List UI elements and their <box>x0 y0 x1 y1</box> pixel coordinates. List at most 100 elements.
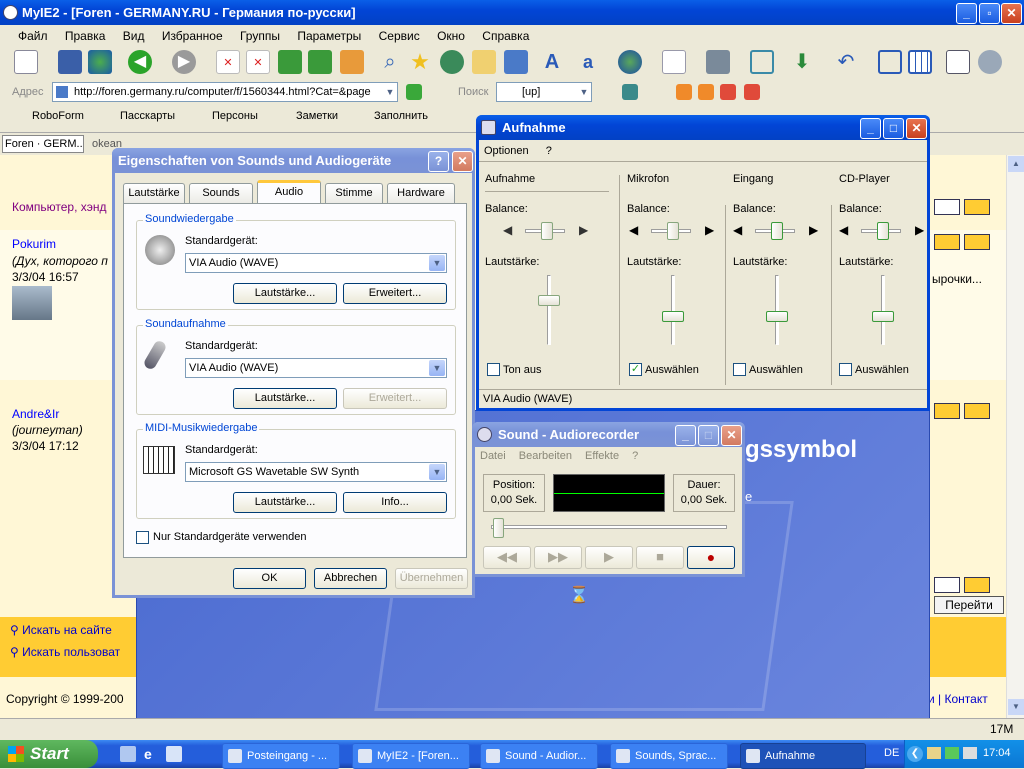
menu-edit[interactable]: Правка <box>65 29 106 43</box>
close-search-icon[interactable] <box>744 84 760 100</box>
menu-options[interactable]: Optionen <box>484 145 529 157</box>
menu-effects[interactable]: Effekte <box>585 450 619 462</box>
menu-file[interactable]: Файл <box>18 29 48 43</box>
seek-slider[interactable] <box>493 518 504 538</box>
recorder-close-button[interactable]: ✕ <box>721 425 742 446</box>
options-icon[interactable] <box>978 50 1002 74</box>
post-action-icon[interactable] <box>964 234 990 250</box>
menu-tools[interactable]: Сервис <box>379 29 420 43</box>
post-action-icon[interactable] <box>964 577 990 593</box>
history-icon[interactable] <box>440 50 464 74</box>
tab-voice[interactable]: Stimme <box>325 183 383 203</box>
clear-icon[interactable] <box>720 84 736 100</box>
menu-favorites[interactable]: Избранное <box>162 29 223 43</box>
recorder-maximize-button[interactable]: □ <box>698 425 719 446</box>
cancel-button[interactable]: Abbrechen <box>314 568 387 589</box>
passcards-link[interactable]: Пасскарты <box>120 110 175 122</box>
menu-view[interactable]: Вид <box>123 29 145 43</box>
play-button[interactable]: ▶ <box>585 546 633 569</box>
browser-close-button[interactable]: ✕ <box>1001 3 1022 24</box>
mixer-maximize-button[interactable]: □ <box>883 118 904 139</box>
notes-link[interactable]: Заметки <box>296 110 338 122</box>
mixer-close-button[interactable]: ✕ <box>906 118 927 139</box>
record-volume-button[interactable]: Lautstärke... <box>233 388 337 409</box>
stop-all-icon[interactable]: ✕ <box>246 50 270 74</box>
home-icon[interactable] <box>340 50 364 74</box>
menu-edit[interactable]: Bearbeiten <box>519 450 572 462</box>
menu-help[interactable]: ? <box>632 450 638 462</box>
midi-volume-button[interactable]: Lautstärke... <box>233 492 337 513</box>
fullscreen-icon[interactable] <box>750 50 774 74</box>
balance-slider[interactable] <box>667 222 679 240</box>
web-icon[interactable] <box>618 50 642 74</box>
search-icon[interactable]: ⌕ <box>378 50 402 74</box>
network-icon[interactable] <box>706 50 730 74</box>
balance-slider[interactable] <box>541 222 553 240</box>
search-input[interactable]: [up] ▼ <box>496 82 592 102</box>
tray-messenger-icon[interactable] <box>945 747 959 759</box>
browser-tab[interactable]: Foren · GERM... <box>2 135 84 153</box>
midi-info-button[interactable]: Info... <box>343 492 447 513</box>
only-default-checkbox[interactable] <box>136 531 149 544</box>
save-icon[interactable] <box>58 50 82 74</box>
playback-volume-button[interactable]: Lautstärke... <box>233 283 337 304</box>
roboform-link[interactable]: RoboForm <box>32 110 84 122</box>
help-button[interactable]: ? <box>428 151 449 172</box>
taskbar-item-outlook[interactable]: Posteingang - ... <box>222 743 340 769</box>
playback-advanced-button[interactable]: Erweitert... <box>343 283 447 304</box>
download-icon[interactable]: ⬇ <box>790 50 814 74</box>
menu-file[interactable]: Datei <box>480 450 506 462</box>
post-action-icon[interactable] <box>964 199 990 215</box>
post-author[interactable]: Pokurim <box>12 237 56 251</box>
chevron-down-icon[interactable]: ▼ <box>578 84 590 100</box>
browser-restore-button[interactable]: ▫ <box>979 3 1000 24</box>
recorder-minimize-button[interactable]: _ <box>675 425 696 446</box>
record-button[interactable]: ● <box>687 546 735 569</box>
fill-link[interactable]: Заполнить <box>374 110 428 122</box>
translate-icon[interactable]: a <box>576 50 600 74</box>
scroll-down-icon[interactable]: ▼ <box>1008 699 1024 715</box>
scroll-up-icon[interactable]: ▲ <box>1008 156 1024 172</box>
forward-icon[interactable]: ▶ <box>172 50 196 74</box>
start-button[interactable]: Start <box>0 740 98 768</box>
prev-icon[interactable] <box>676 84 692 100</box>
quicklaunch-icon[interactable] <box>120 746 136 762</box>
edit-icon[interactable] <box>946 50 970 74</box>
refresh-all-icon[interactable] <box>308 50 332 74</box>
font-icon[interactable]: A <box>540 50 564 74</box>
playback-device-select[interactable]: VIA Audio (WAVE) ▼ <box>185 253 447 273</box>
undo-icon[interactable]: ↶ <box>834 50 858 74</box>
menu-help[interactable]: Справка <box>482 29 529 43</box>
next-icon[interactable] <box>698 84 714 100</box>
ok-button[interactable]: OK <box>233 568 306 589</box>
taskbar-item-sound-recorder[interactable]: Sound - Audior... <box>480 743 598 769</box>
contact-link[interactable]: Контакт <box>945 692 988 706</box>
search-user-link[interactable]: ⚲ Искать пользоват <box>10 645 120 659</box>
post-author[interactable]: Andre&Ir <box>12 407 59 421</box>
volume-slider[interactable] <box>872 311 894 322</box>
tray-expand-icon[interactable]: ❮ <box>907 746 923 762</box>
tray-volume-icon[interactable] <box>963 747 977 759</box>
menu-window[interactable]: Окно <box>437 29 465 43</box>
taskbar-item-myie2[interactable]: MyIE2 - [Foren... <box>352 743 470 769</box>
refresh-icon[interactable] <box>278 50 302 74</box>
new-page-icon[interactable] <box>14 50 38 74</box>
mail-icon[interactable] <box>662 50 686 74</box>
tray-network-icon[interactable] <box>927 747 941 759</box>
stop-icon[interactable]: ✕ <box>216 50 240 74</box>
post-action-icon[interactable] <box>934 199 960 215</box>
layout-icon[interactable] <box>878 50 902 74</box>
tab-sounds[interactable]: Sounds <box>189 183 253 203</box>
stop-button[interactable]: ■ <box>636 546 684 569</box>
address-input[interactable]: http://foren.germany.ru/computer/f/15603… <box>52 82 398 102</box>
post-action-icon[interactable] <box>964 403 990 419</box>
search-engine-icon[interactable] <box>622 84 638 100</box>
browser-minimize-button[interactable]: _ <box>956 3 977 24</box>
fast-forward-button[interactable]: ▶▶ <box>534 546 582 569</box>
tab-hardware[interactable]: Hardware <box>387 183 455 203</box>
grid-icon[interactable] <box>908 50 932 74</box>
record-device-select[interactable]: VIA Audio (WAVE) ▼ <box>185 358 447 378</box>
select-checkbox[interactable]: ✓ <box>629 363 642 376</box>
select-checkbox[interactable] <box>733 363 746 376</box>
taskbar-item-aufnahme[interactable]: Aufnahme <box>740 743 866 769</box>
